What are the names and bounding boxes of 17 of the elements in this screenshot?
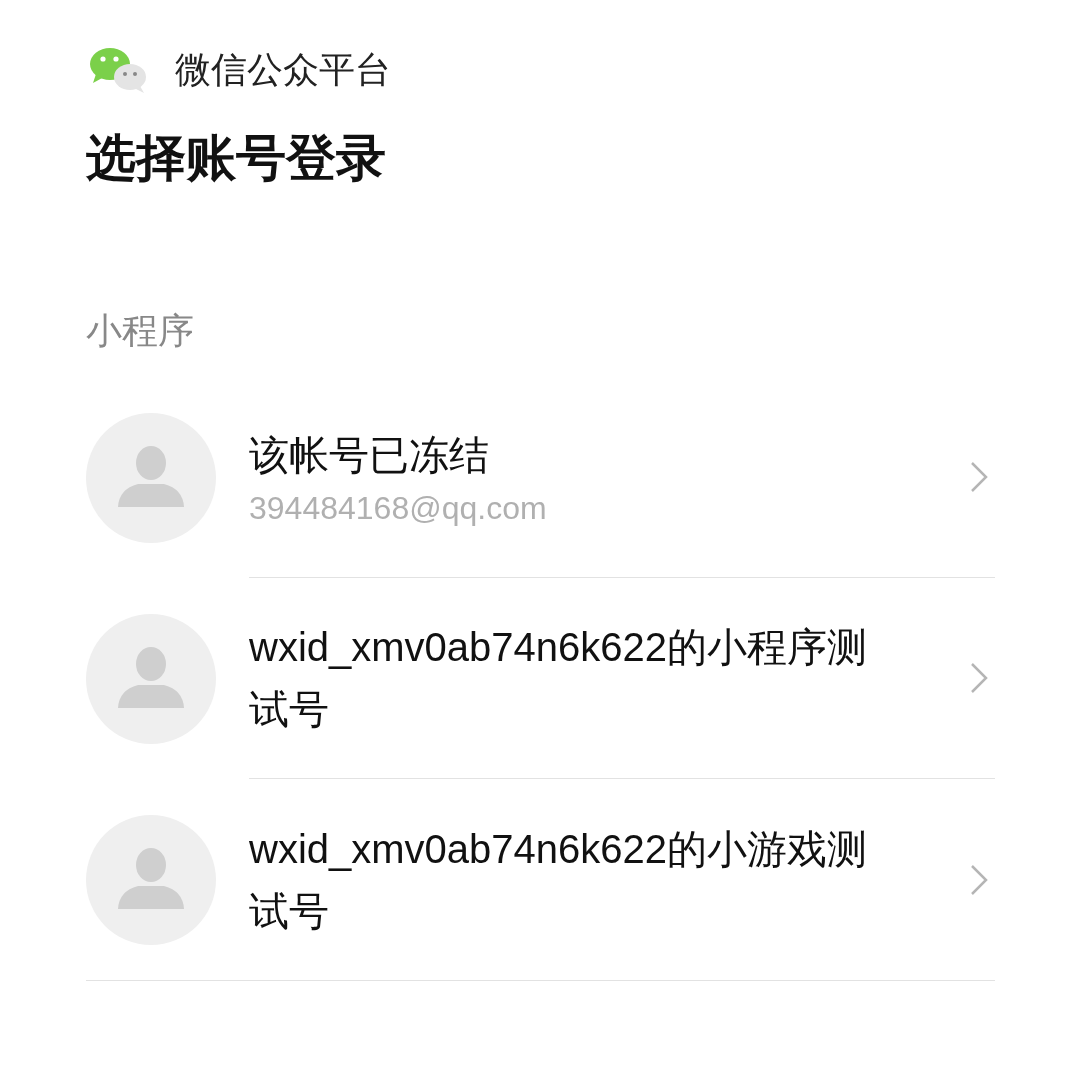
avatar-icon [86,412,216,543]
page-heading: 选择账号登录 [86,133,387,183]
account-item[interactable]: wxid_xmv0ab74n6k622的小游戏测试号 [86,779,995,980]
avatar-icon [86,613,216,744]
account-item[interactable]: 该帐号已冻结 394484168@qq.com [86,377,995,578]
chevron-right-icon [969,862,989,897]
chat-bubbles-icon [88,46,148,94]
chevron-right-icon [969,661,989,695]
chevron-right-icon [969,460,989,494]
account-email: 394484168@qq.com [249,489,548,528]
section-label: 小程序 [86,313,195,349]
platform-title: 微信公众平台 [175,48,391,92]
account-item[interactable]: wxid_xmv0ab74n6k622的小程序测试号 [86,578,995,779]
account-name: wxid_xmv0ab74n6k622的小程序测试号 [249,624,869,733]
avatar-icon [86,814,216,945]
account-name: 该帐号已冻结 [249,432,490,479]
account-name: wxid_xmv0ab74n6k622的小游戏测试号 [249,825,869,935]
